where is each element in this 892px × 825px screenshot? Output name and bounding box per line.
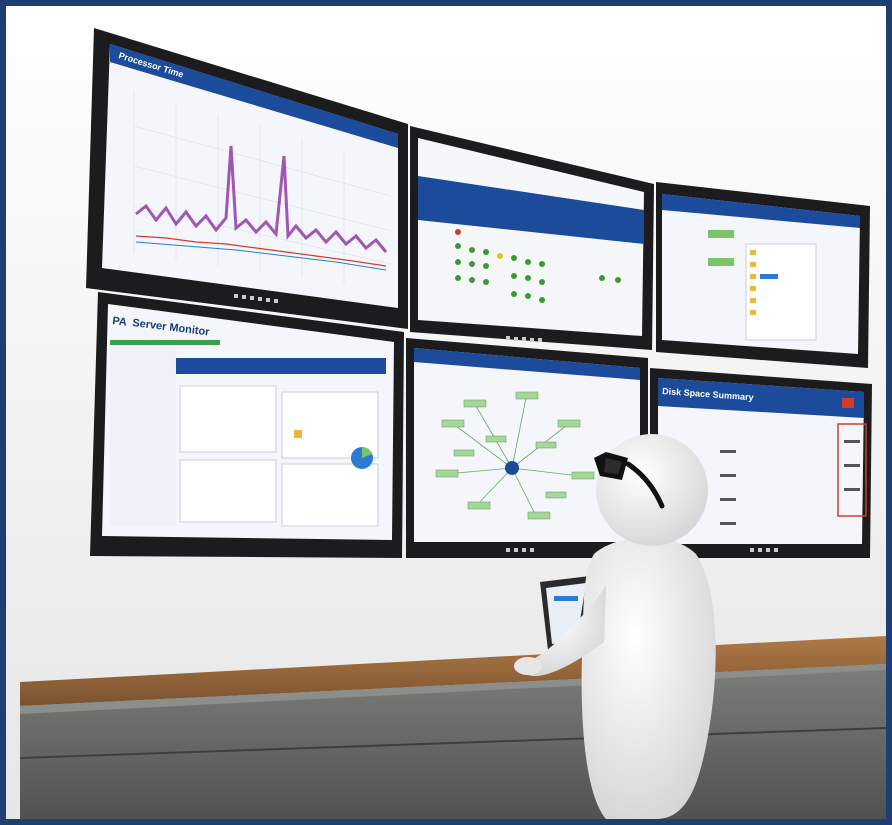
pa-logo: PA	[112, 315, 128, 329]
monitor-bottom-left	[90, 292, 404, 558]
monitoring-scene: Processor Time PA Server Monitor Disk Sp…	[6, 6, 886, 819]
image-frame: Processor Time PA Server Monitor Disk Sp…	[0, 0, 892, 825]
monitor-top-right	[656, 182, 870, 368]
